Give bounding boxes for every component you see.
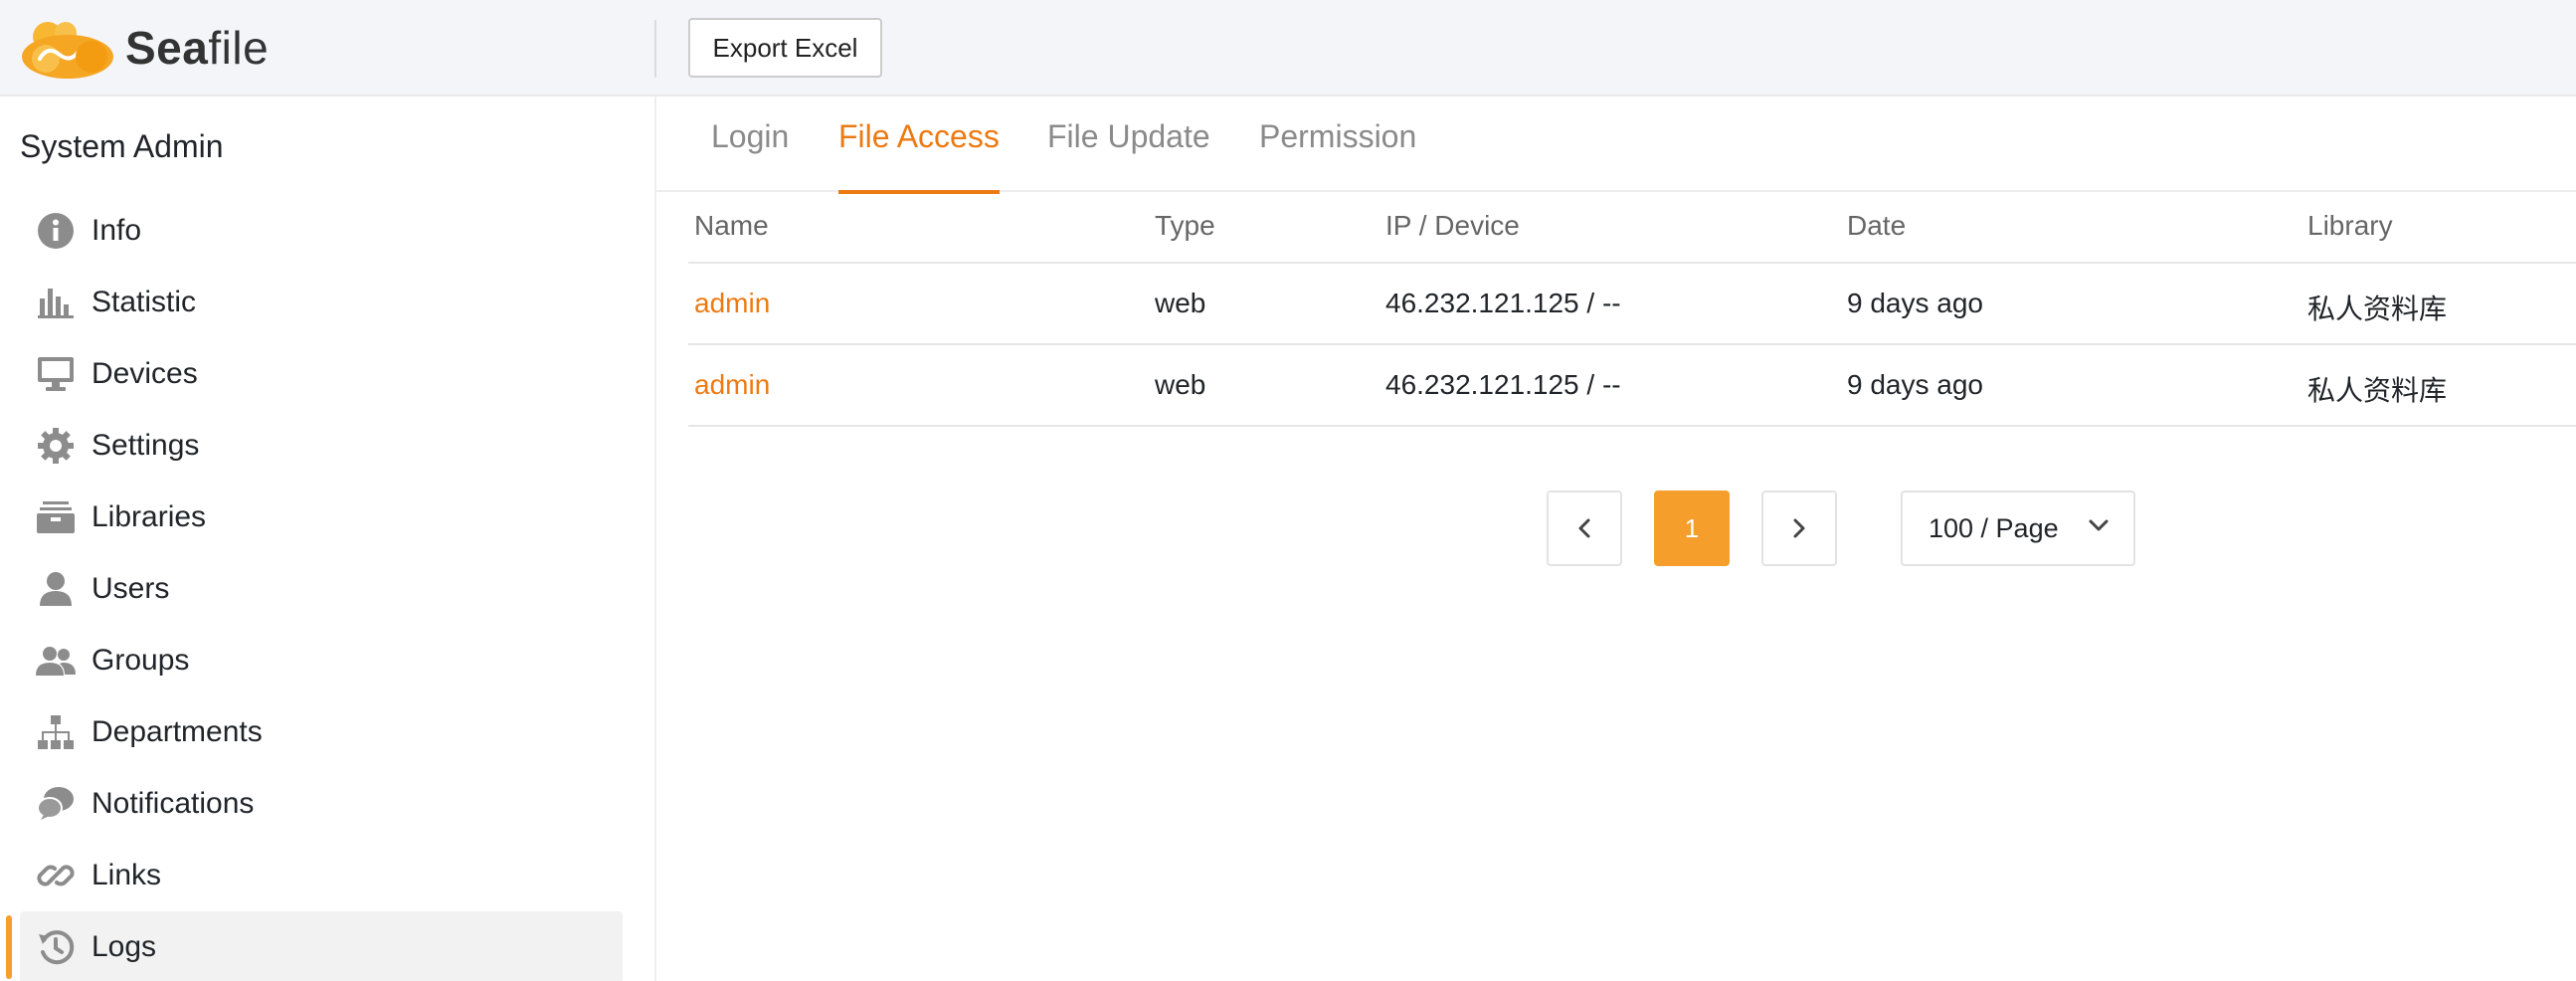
link-icon	[36, 856, 76, 895]
file-access-table: Name Type IP / Device Date Library admin…	[688, 192, 2576, 427]
chat-bubbles-icon	[36, 784, 76, 824]
seafile-logo[interactable]: Seafile	[18, 14, 269, 82]
tab-file-update[interactable]: File Update	[1047, 118, 1210, 192]
header-divider	[654, 20, 656, 78]
ip-device-cell: 46.232.121.125 / --	[1385, 369, 1621, 400]
export-excel-button[interactable]: Export Excel	[688, 18, 882, 78]
gear-icon	[36, 426, 76, 466]
ip-device-cell: 46.232.121.125 / --	[1385, 288, 1621, 318]
archive-icon	[36, 497, 76, 537]
history-icon	[36, 927, 76, 967]
table-row: admin web 46.232.121.125 / -- 9 days ago…	[688, 345, 2576, 427]
sidebar-item-groups[interactable]: Groups	[20, 625, 623, 696]
column-header-name: Name	[694, 210, 769, 241]
sidebar-item-notifications[interactable]: Notifications	[20, 768, 623, 840]
table-row: admin web 46.232.121.125 / -- 9 days ago…	[688, 264, 2576, 345]
column-header-library: Library	[2307, 210, 2393, 241]
tab-file-access[interactable]: File Access	[838, 118, 1000, 194]
monitor-icon	[36, 354, 76, 394]
per-page-value: 100 / Page	[1929, 512, 2059, 543]
user-icon	[36, 569, 76, 609]
log-tabs: Login File Access File Update Permission	[656, 97, 2576, 194]
sidebar-item-links[interactable]: Links	[20, 840, 623, 911]
bar-chart-icon	[36, 283, 76, 322]
sidebar-item-label: Departments	[92, 715, 263, 748]
sidebar-item-label: Links	[92, 859, 162, 891]
sidebar-item-libraries[interactable]: Libraries	[20, 482, 623, 553]
sidebar-item-settings[interactable]: Settings	[20, 410, 623, 482]
logo-text: Seafile	[125, 22, 270, 74]
type-cell: web	[1155, 369, 1206, 400]
sidebar-item-label: Logs	[92, 930, 157, 963]
sidebar-item-statistic[interactable]: Statistic	[20, 267, 623, 338]
sidebar-item-label: Libraries	[92, 500, 207, 533]
org-chart-icon	[36, 712, 76, 752]
type-cell: web	[1155, 288, 1206, 318]
sidebar-item-label: Statistic	[92, 286, 197, 318]
tab-permission[interactable]: Permission	[1259, 118, 1416, 192]
info-icon	[36, 211, 76, 251]
sidebar-item-info[interactable]: Info	[20, 195, 623, 267]
page-button-current[interactable]: 1	[1654, 490, 1730, 566]
sidebar-item-users[interactable]: Users	[20, 553, 623, 625]
sidebar-nav: Info Statistic Devices Settings Librarie	[6, 195, 623, 981]
sidebar-item-label: Info	[92, 214, 142, 247]
sidebar-title: System Admin	[20, 128, 224, 164]
tab-login[interactable]: Login	[711, 118, 789, 192]
sidebar-item-label: Users	[92, 572, 170, 605]
sidebar-item-devices[interactable]: Devices	[20, 338, 623, 410]
column-header-type: Type	[1155, 210, 1215, 241]
sidebar-item-label: Devices	[92, 357, 198, 390]
sidebar: System Admin Info Statistic Devices Sett…	[0, 97, 656, 981]
sidebar-item-label: Groups	[92, 644, 190, 677]
chevron-down-icon	[2089, 519, 2109, 531]
chevron-right-icon	[1793, 518, 1805, 538]
date-cell: 9 days ago	[1847, 369, 1983, 400]
user-link[interactable]: admin	[694, 369, 770, 401]
next-page-button[interactable]	[1761, 490, 1837, 566]
per-page-select[interactable]: 100 / Page	[1901, 490, 2135, 566]
sidebar-item-label: Settings	[92, 429, 200, 462]
date-cell: 9 days ago	[1847, 288, 1983, 318]
chevron-left-icon	[1578, 518, 1590, 538]
user-link[interactable]: admin	[694, 288, 770, 319]
sidebar-item-departments[interactable]: Departments	[20, 696, 623, 768]
active-indicator	[6, 915, 12, 979]
cloud-logo-icon	[22, 22, 113, 79]
top-header: Seafile Export Excel	[0, 0, 2576, 97]
prev-page-button[interactable]	[1547, 490, 1622, 566]
group-icon	[36, 641, 76, 681]
sidebar-item-logs[interactable]: Logs	[6, 911, 623, 981]
table-header: Name Type IP / Device Date Library	[688, 192, 2576, 264]
column-header-date: Date	[1847, 210, 1907, 241]
column-header-ip-device: IP / Device	[1385, 210, 1520, 241]
library-cell: 私人资料库	[2307, 294, 2448, 324]
library-cell: 私人资料库	[2307, 375, 2448, 406]
sidebar-item-label: Notifications	[92, 787, 255, 820]
